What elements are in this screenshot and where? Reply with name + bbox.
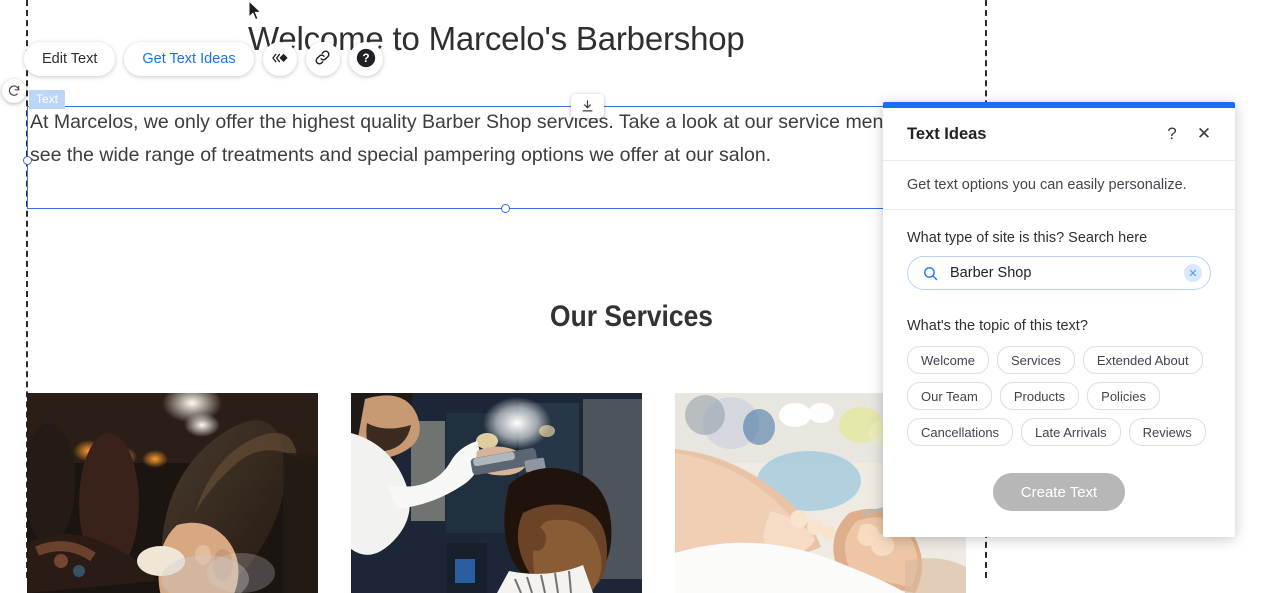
site-type-search-field[interactable]: Barber Shop ✕: [907, 256, 1211, 290]
topic-chip-group: Welcome Services Extended About Our Team…: [907, 346, 1211, 446]
create-text-button[interactable]: Create Text: [993, 473, 1125, 511]
help-icon[interactable]: ?: [1159, 121, 1185, 147]
panel-subtitle: Get text options you can easily personal…: [883, 161, 1235, 210]
resize-handle-bottom[interactable]: [501, 204, 510, 213]
text-ideas-panel: Text Ideas ? ✕ Get text options you can …: [883, 102, 1235, 537]
topic-chip-our-team[interactable]: Our Team: [907, 382, 992, 410]
topic-chip-services[interactable]: Services: [996, 346, 1075, 374]
selected-text-element[interactable]: [23, 106, 984, 213]
panel-title: Text Ideas: [907, 124, 987, 143]
element-editor-toolbar: Edit Text Get Text Ideas ?: [24, 42, 383, 76]
barber-hot-towel-shave-photo: [27, 393, 318, 593]
service-image-1[interactable]: [27, 393, 318, 593]
search-icon: [922, 265, 939, 282]
topic-chip-welcome[interactable]: Welcome: [907, 346, 989, 374]
help-icon: ?: [355, 47, 377, 72]
topic-chip-policies[interactable]: Policies: [1087, 382, 1160, 410]
topic-chip-late-arrivals[interactable]: Late Arrivals: [1021, 418, 1121, 446]
topic-question: What's the topic of this text?: [907, 318, 1088, 334]
rotate-handle-icon[interactable]: [2, 79, 26, 103]
svg-text:?: ?: [362, 51, 369, 65]
topic-chip-reviews[interactable]: Reviews: [1128, 418, 1206, 446]
mouse-cursor: [248, 0, 262, 21]
panel-body: What type of site is this? Search here B…: [883, 210, 1235, 473]
get-text-ideas-button[interactable]: Get Text Ideas: [124, 42, 254, 76]
barber-clipper-fade-photo: [351, 393, 642, 593]
animation-icon-button[interactable]: [262, 42, 297, 76]
clear-search-icon[interactable]: ✕: [1184, 264, 1202, 282]
dock-to-bottom-icon[interactable]: [571, 94, 604, 118]
resize-handle-left[interactable]: [23, 156, 32, 165]
edit-text-button[interactable]: Edit Text: [24, 42, 116, 76]
help-icon-button[interactable]: ?: [348, 42, 383, 76]
panel-header: Text Ideas ? ✕: [883, 108, 1235, 161]
topic-chip-products[interactable]: Products: [999, 382, 1080, 410]
service-image-2[interactable]: [351, 393, 642, 593]
panel-footer: Create Text: [883, 473, 1235, 537]
animation-icon: [270, 51, 289, 68]
link-icon: [314, 49, 331, 69]
close-icon[interactable]: ✕: [1191, 121, 1217, 147]
link-icon-button[interactable]: [305, 42, 340, 76]
element-type-badge: Text: [29, 90, 66, 109]
topic-chip-cancellations[interactable]: Cancellations: [907, 418, 1014, 446]
search-input-value[interactable]: Barber Shop: [950, 265, 1184, 281]
topic-chip-extended-about[interactable]: Extended About: [1082, 346, 1203, 374]
site-type-question: What type of site is this? Search here: [907, 230, 1148, 246]
